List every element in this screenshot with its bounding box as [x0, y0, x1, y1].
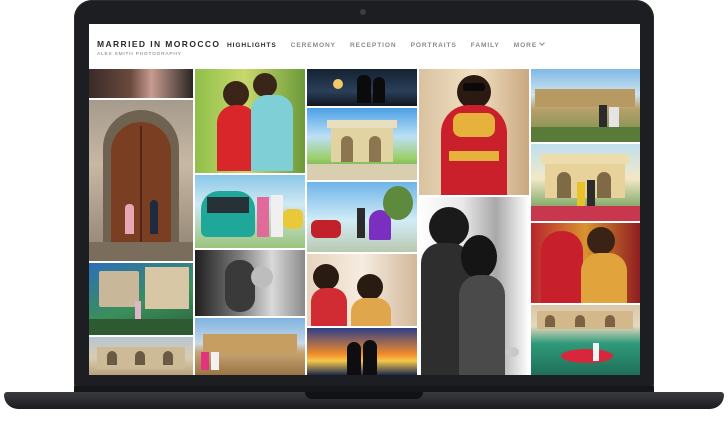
photo-tile[interactable]: [195, 175, 305, 248]
photo-tile[interactable]: [89, 337, 193, 375]
laptop-mockup: MARRIED IN MOROCCO ALEX SMITH PHOTOGRAPH…: [0, 0, 728, 426]
nav-ceremony[interactable]: CEREMONY: [291, 42, 336, 49]
laptop-base-notch: [305, 392, 423, 399]
nav-more[interactable]: MORE: [513, 40, 545, 49]
photo-tile[interactable]: [307, 328, 417, 375]
photo-tile[interactable]: [419, 69, 529, 195]
photo-tile[interactable]: [531, 144, 640, 221]
site-header: MARRIED IN MOROCCO ALEX SMITH PHOTOGRAPH…: [89, 24, 640, 68]
photo-tile[interactable]: [89, 69, 193, 98]
photo-tile[interactable]: [195, 250, 305, 316]
photo-tile[interactable]: [531, 305, 640, 375]
photo-tile[interactable]: [531, 69, 640, 142]
nav-more-label: MORE: [513, 42, 538, 49]
photo-tile[interactable]: [195, 318, 305, 375]
laptop-screen: MARRIED IN MOROCCO ALEX SMITH PHOTOGRAPH…: [89, 24, 640, 375]
nav-portraits[interactable]: PORTRAITS: [411, 42, 457, 49]
site-subtitle: ALEX SMITH PHOTOGRAPHY: [97, 52, 182, 57]
chevron-down-icon: [539, 40, 545, 46]
photo-tile[interactable]: [89, 263, 193, 335]
photo-tile[interactable]: [307, 254, 417, 326]
photo-tile[interactable]: [195, 69, 305, 173]
nav-reception[interactable]: RECEPTION: [350, 42, 397, 49]
photo-tile[interactable]: [307, 69, 417, 106]
photo-tile[interactable]: [307, 182, 417, 252]
photo-tile[interactable]: [89, 100, 193, 261]
main-nav: HIGHLIGHTS CEREMONY RECEPTION PORTRAITS …: [227, 40, 558, 49]
photo-tile[interactable]: [419, 197, 529, 375]
nav-family[interactable]: FAMILY: [471, 42, 500, 49]
site-title[interactable]: MARRIED IN MOROCCO: [97, 39, 220, 49]
photo-tile[interactable]: [307, 108, 417, 180]
webcam-dot: [360, 9, 366, 15]
nav-highlights[interactable]: HIGHLIGHTS: [227, 42, 277, 49]
photo-tile[interactable]: [531, 223, 640, 303]
